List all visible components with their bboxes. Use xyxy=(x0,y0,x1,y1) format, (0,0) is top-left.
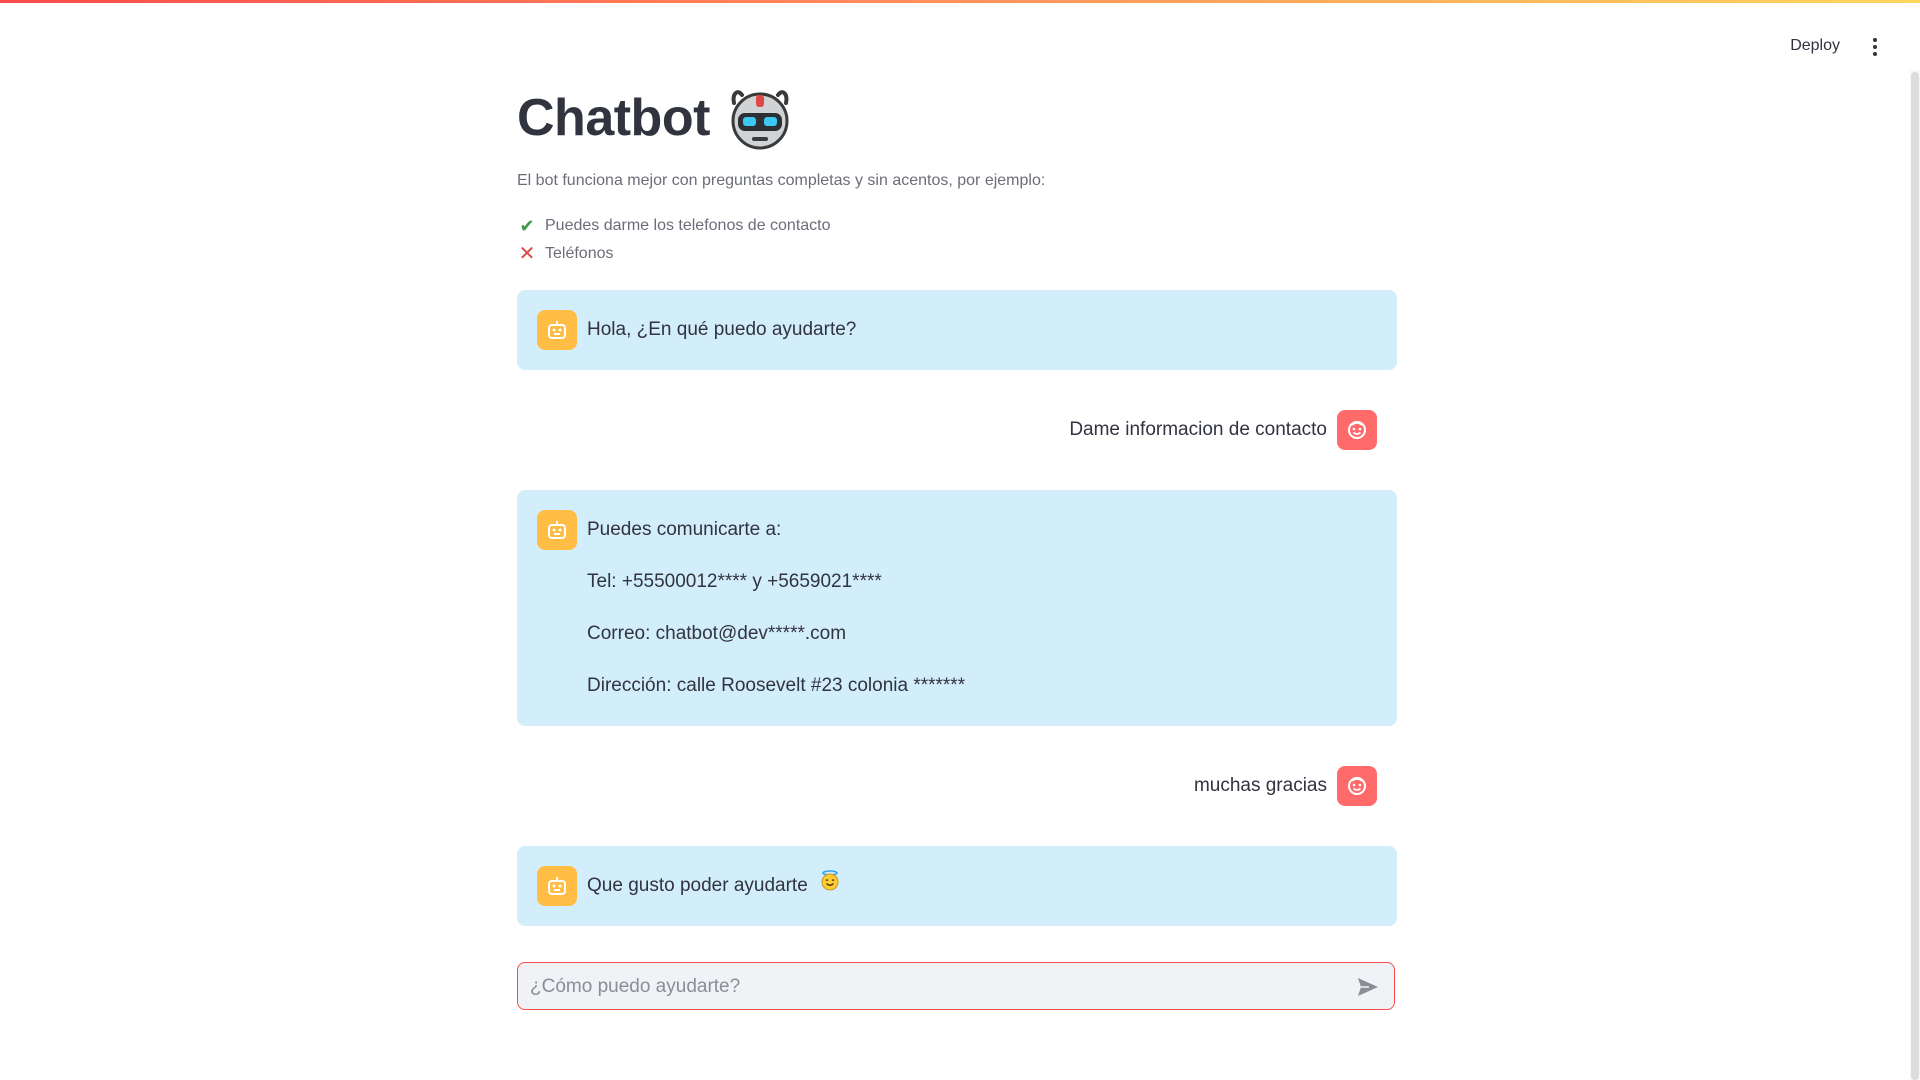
more-vertical-icon[interactable] xyxy=(1866,35,1884,59)
title-row: Chatbot xyxy=(517,80,1397,156)
check-icon: ✔ xyxy=(519,216,535,236)
send-icon[interactable] xyxy=(1354,973,1382,1001)
assistant-message: Que gusto poder ayudarte xyxy=(517,846,1397,927)
assistant-message-text: Que gusto poder ayudarte xyxy=(587,866,841,906)
message-line: Dirección: calle Roosevelt #23 colonia *… xyxy=(587,675,966,696)
assistant-message-text: Hola, ¿En qué puedo ayudarte? xyxy=(587,319,857,340)
example-list: ✔ Puedes darme los telefonos de contacto… xyxy=(517,212,1397,268)
deploy-button[interactable]: Deploy xyxy=(1780,31,1850,61)
smiley-icon xyxy=(1337,410,1377,450)
user-message-text: Dame informacion de contacto xyxy=(1069,419,1327,440)
smiling-halo-face-icon xyxy=(819,866,841,906)
example-good-text: Puedes darme los telefonos de contacto xyxy=(545,217,831,234)
robot-face-icon xyxy=(728,85,792,151)
robot-icon xyxy=(537,866,577,906)
robot-icon xyxy=(537,510,577,550)
message-line: Tel: +55500012**** y +5659021**** xyxy=(587,571,882,592)
user-message-text: muchas gracias xyxy=(1193,775,1327,796)
message-line: Correo: chatbot@dev*****.com xyxy=(587,623,847,644)
user-message: Dame informacion de contacto xyxy=(517,390,1397,470)
user-message: muchas gracias xyxy=(517,746,1397,826)
assistant-message: Puedes comunicarte a: Tel: +55500012****… xyxy=(517,490,1397,726)
message-line: Puedes comunicarte a: xyxy=(587,519,782,540)
chat-input-container xyxy=(517,962,1395,1011)
page-title: Chatbot xyxy=(517,89,710,147)
chat-input[interactable] xyxy=(528,963,1332,1011)
robot-icon xyxy=(537,310,577,350)
example-good: ✔ Puedes darme los telefonos de contacto xyxy=(517,212,1397,240)
cross-icon: ✕ xyxy=(518,243,536,265)
smiley-icon xyxy=(1337,766,1377,806)
example-bad-text: Teléfonos xyxy=(545,245,614,262)
chat-history: Hola, ¿En qué puedo ayudarte? Dame infor… xyxy=(517,290,1397,927)
message-line: Que gusto poder ayudarte xyxy=(587,875,808,897)
app-header: Deploy xyxy=(0,3,1920,85)
assistant-message: Hola, ¿En qué puedo ayudarte? xyxy=(517,290,1397,370)
page-caption: El bot funciona mejor con preguntas comp… xyxy=(517,172,1046,189)
scrollbar-thumb[interactable] xyxy=(1911,72,1919,1080)
example-bad: ✕ Teléfonos xyxy=(517,240,1397,268)
main-content: Chatbot El bot funciona mejor con pregun… xyxy=(517,80,1397,946)
assistant-message-text: Puedes comunicarte a: Tel: +55500012****… xyxy=(587,510,965,706)
